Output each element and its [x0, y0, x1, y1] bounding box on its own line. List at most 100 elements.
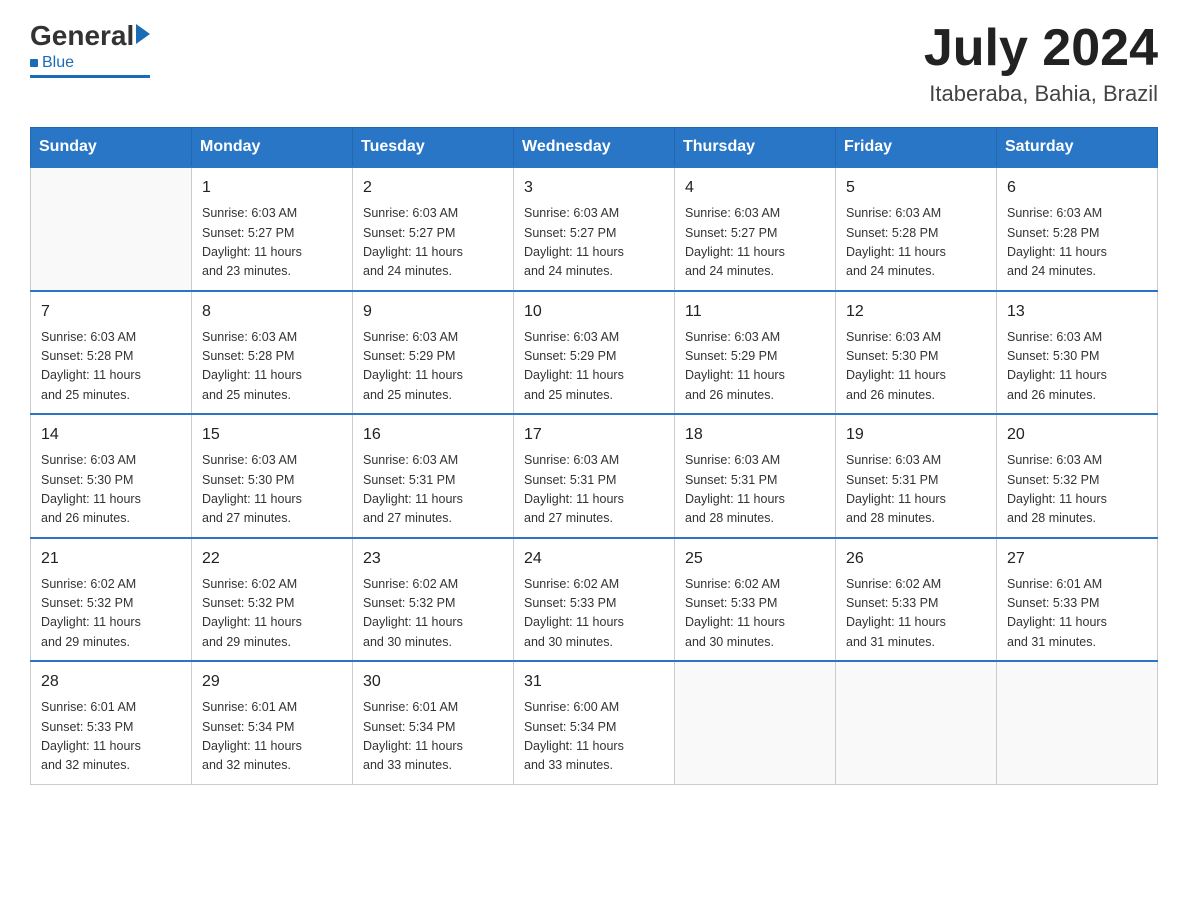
- calendar-day-cell: 11Sunrise: 6:03 AM Sunset: 5:29 PM Dayli…: [675, 291, 836, 415]
- day-number: 24: [524, 547, 664, 571]
- calendar-header-monday: Monday: [192, 128, 353, 168]
- day-info: Sunrise: 6:03 AM Sunset: 5:27 PM Dayligh…: [685, 204, 825, 282]
- location-title: Itaberaba, Bahia, Brazil: [924, 81, 1158, 107]
- day-info: Sunrise: 6:03 AM Sunset: 5:28 PM Dayligh…: [41, 328, 181, 406]
- calendar-week-row: 28 Sunrise: 6:01 AM Sunset: 5:33 PM Dayli…: [31, 661, 1158, 784]
- day-info: Sunrise: 6:03 AM Sunset: 5:29 PM Dayligh…: [363, 328, 503, 406]
- calendar-day-cell: 10Sunrise: 6:03 AM Sunset: 5:29 PM Dayli…: [514, 291, 675, 415]
- calendar-header-thursday: Thursday: [675, 128, 836, 168]
- calendar-header-tuesday: Tuesday: [353, 128, 514, 168]
- calendar-day-cell: 2Sunrise: 6:03 AM Sunset: 5:27 PM Daylig…: [353, 167, 514, 291]
- day-number: 12: [846, 300, 986, 324]
- calendar-day-cell: 1 Sunrise: 6:03 AM Sunset: 5:27 PM Daylig…: [192, 167, 353, 291]
- day-number: 25: [685, 547, 825, 571]
- day-number: 14: [41, 423, 181, 447]
- calendar-day-cell: 22 Sunrise: 6:02 AM Sunset: 5:32 PM Dayli…: [192, 538, 353, 662]
- day-number: 2: [363, 176, 503, 200]
- day-info: Sunrise: 6:03 AM Sunset: 5:31 PM Dayligh…: [846, 451, 986, 529]
- day-number: 13: [1007, 300, 1147, 324]
- calendar-day-cell: 12 Sunrise: 6:03 AM Sunset: 5:30 PM Dayli…: [836, 291, 997, 415]
- page-header: General Blue July 2024 Itaberaba, Bahia,…: [30, 20, 1158, 107]
- logo-underline: [30, 75, 150, 78]
- day-info: Sunrise: 6:01 AM Sunset: 5:34 PM Dayligh…: [363, 698, 503, 776]
- day-number: 28: [41, 670, 181, 694]
- calendar-day-cell: 5Sunrise: 6:03 AM Sunset: 5:28 PM Daylig…: [836, 167, 997, 291]
- calendar-header-saturday: Saturday: [997, 128, 1158, 168]
- logo-triangle-icon: [136, 24, 150, 44]
- day-number: 30: [363, 670, 503, 694]
- day-number: 9: [363, 300, 503, 324]
- calendar-week-row: 14 Sunrise: 6:03 AM Sunset: 5:30 PM Dayli…: [31, 414, 1158, 538]
- day-number: 20: [1007, 423, 1147, 447]
- day-number: 22: [202, 547, 342, 571]
- calendar-day-cell: 6Sunrise: 6:03 AM Sunset: 5:28 PM Daylig…: [997, 167, 1158, 291]
- day-info: Sunrise: 6:02 AM Sunset: 5:32 PM Dayligh…: [41, 575, 181, 653]
- day-info: Sunrise: 6:03 AM Sunset: 5:30 PM Dayligh…: [846, 328, 986, 406]
- calendar-header-friday: Friday: [836, 128, 997, 168]
- day-info: Sunrise: 6:02 AM Sunset: 5:33 PM Dayligh…: [685, 575, 825, 653]
- calendar-day-cell: 19 Sunrise: 6:03 AM Sunset: 5:31 PM Dayli…: [836, 414, 997, 538]
- calendar-day-cell: 7 Sunrise: 6:03 AM Sunset: 5:28 PM Daylig…: [31, 291, 192, 415]
- day-number: 16: [363, 423, 503, 447]
- day-number: 5: [846, 176, 986, 200]
- day-number: 26: [846, 547, 986, 571]
- day-info: Sunrise: 6:02 AM Sunset: 5:32 PM Dayligh…: [363, 575, 503, 653]
- calendar-day-cell: 13 Sunrise: 6:03 AM Sunset: 5:30 PM Dayli…: [997, 291, 1158, 415]
- calendar-header-sunday: Sunday: [31, 128, 192, 168]
- day-number: 1: [202, 176, 342, 200]
- day-number: 17: [524, 423, 664, 447]
- calendar-week-row: 21Sunrise: 6:02 AM Sunset: 5:32 PM Dayli…: [31, 538, 1158, 662]
- day-number: 18: [685, 423, 825, 447]
- calendar-day-cell: 4 Sunrise: 6:03 AM Sunset: 5:27 PM Daylig…: [675, 167, 836, 291]
- calendar-week-row: 1 Sunrise: 6:03 AM Sunset: 5:27 PM Daylig…: [31, 167, 1158, 291]
- logo-blue-text: Blue: [42, 54, 74, 72]
- day-info: Sunrise: 6:03 AM Sunset: 5:31 PM Dayligh…: [685, 451, 825, 529]
- day-info: Sunrise: 6:03 AM Sunset: 5:30 PM Dayligh…: [41, 451, 181, 529]
- day-number: 3: [524, 176, 664, 200]
- calendar-day-cell: 9 Sunrise: 6:03 AM Sunset: 5:29 PM Daylig…: [353, 291, 514, 415]
- day-info: Sunrise: 6:01 AM Sunset: 5:34 PM Dayligh…: [202, 698, 342, 776]
- day-number: 31: [524, 670, 664, 694]
- calendar-day-cell: [675, 661, 836, 784]
- calendar-day-cell: [836, 661, 997, 784]
- calendar-day-cell: 26 Sunrise: 6:02 AM Sunset: 5:33 PM Dayli…: [836, 538, 997, 662]
- day-info: Sunrise: 6:03 AM Sunset: 5:28 PM Dayligh…: [202, 328, 342, 406]
- day-info: Sunrise: 6:01 AM Sunset: 5:33 PM Dayligh…: [41, 698, 181, 776]
- day-number: 8: [202, 300, 342, 324]
- day-number: 27: [1007, 547, 1147, 571]
- calendar-day-cell: 24Sunrise: 6:02 AM Sunset: 5:33 PM Dayli…: [514, 538, 675, 662]
- calendar-table: SundayMondayTuesdayWednesdayThursdayFrid…: [30, 127, 1158, 785]
- day-number: 19: [846, 423, 986, 447]
- calendar-day-cell: 15Sunrise: 6:03 AM Sunset: 5:30 PM Dayli…: [192, 414, 353, 538]
- calendar-day-cell: 16 Sunrise: 6:03 AM Sunset: 5:31 PM Dayli…: [353, 414, 514, 538]
- day-info: Sunrise: 6:02 AM Sunset: 5:32 PM Dayligh…: [202, 575, 342, 653]
- day-info: Sunrise: 6:03 AM Sunset: 5:27 PM Dayligh…: [202, 204, 342, 282]
- title-section: July 2024 Itaberaba, Bahia, Brazil: [924, 20, 1158, 107]
- calendar-body: 1 Sunrise: 6:03 AM Sunset: 5:27 PM Daylig…: [31, 167, 1158, 784]
- day-info: Sunrise: 6:03 AM Sunset: 5:29 PM Dayligh…: [685, 328, 825, 406]
- day-info: Sunrise: 6:03 AM Sunset: 5:31 PM Dayligh…: [363, 451, 503, 529]
- day-number: 6: [1007, 176, 1147, 200]
- day-info: Sunrise: 6:03 AM Sunset: 5:30 PM Dayligh…: [1007, 328, 1147, 406]
- day-info: Sunrise: 6:03 AM Sunset: 5:29 PM Dayligh…: [524, 328, 664, 406]
- logo-square-icon: [30, 59, 38, 67]
- logo-general-text: General: [30, 20, 134, 52]
- day-info: Sunrise: 6:00 AM Sunset: 5:34 PM Dayligh…: [524, 698, 664, 776]
- month-title: July 2024: [924, 20, 1158, 77]
- day-number: 29: [202, 670, 342, 694]
- calendar-day-cell: 23Sunrise: 6:02 AM Sunset: 5:32 PM Dayli…: [353, 538, 514, 662]
- calendar-day-cell: 14 Sunrise: 6:03 AM Sunset: 5:30 PM Dayli…: [31, 414, 192, 538]
- calendar-week-row: 7 Sunrise: 6:03 AM Sunset: 5:28 PM Daylig…: [31, 291, 1158, 415]
- day-number: 7: [41, 300, 181, 324]
- calendar-day-cell: 28 Sunrise: 6:01 AM Sunset: 5:33 PM Dayli…: [31, 661, 192, 784]
- calendar-day-cell: 17Sunrise: 6:03 AM Sunset: 5:31 PM Dayli…: [514, 414, 675, 538]
- calendar-header-row: SundayMondayTuesdayWednesdayThursdayFrid…: [31, 128, 1158, 168]
- calendar-day-cell: 29 Sunrise: 6:01 AM Sunset: 5:34 PM Dayli…: [192, 661, 353, 784]
- calendar-day-cell: 18 Sunrise: 6:03 AM Sunset: 5:31 PM Dayli…: [675, 414, 836, 538]
- day-info: Sunrise: 6:01 AM Sunset: 5:33 PM Dayligh…: [1007, 575, 1147, 653]
- day-info: Sunrise: 6:02 AM Sunset: 5:33 PM Dayligh…: [846, 575, 986, 653]
- calendar-day-cell: 31 Sunrise: 6:00 AM Sunset: 5:34 PM Dayli…: [514, 661, 675, 784]
- calendar-header-wednesday: Wednesday: [514, 128, 675, 168]
- day-number: 4: [685, 176, 825, 200]
- logo: General Blue: [30, 20, 150, 78]
